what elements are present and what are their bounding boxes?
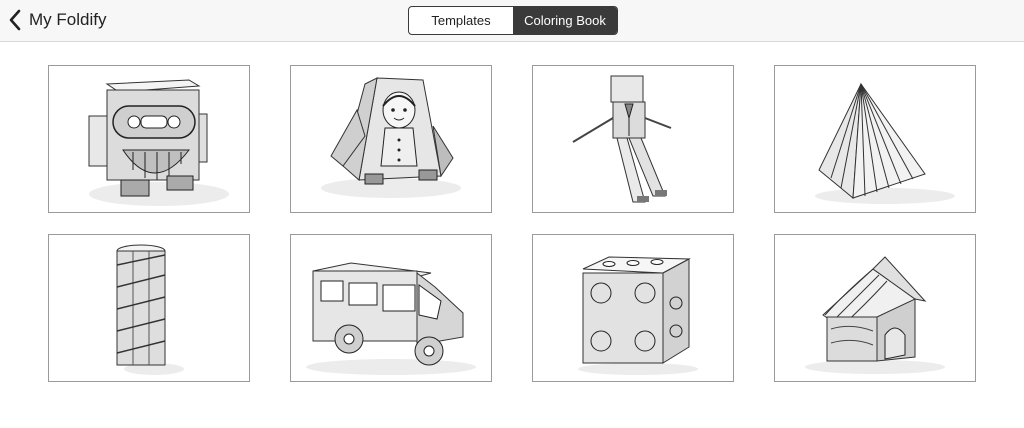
businessman-thumbnail [572,75,672,203]
dice-thumbnail [578,256,698,375]
van-thumbnail [306,262,476,375]
mode-segmented-control: Templates Coloring Book [408,6,618,35]
pyramid-thumbnail [815,82,955,204]
template-card-dice[interactable] [532,234,734,382]
template-card-striped-column[interactable] [48,234,250,382]
girl-thumbnail [321,77,461,198]
tab-coloring-book[interactable]: Coloring Book [513,7,617,34]
robot-thumbnail [88,79,229,206]
tab-templates[interactable]: Templates [409,7,513,34]
template-card-van[interactable] [290,234,492,382]
template-card-girl[interactable] [290,65,492,213]
template-card-robot[interactable] [48,65,250,213]
template-card-house[interactable] [774,234,976,382]
template-card-pyramid[interactable] [774,65,976,213]
striped-column-thumbnail [116,244,184,375]
back-button[interactable]: My Foldify [8,7,106,33]
top-bar: My Foldify Templates Coloring Book [0,0,1024,42]
house-thumbnail [805,256,945,374]
back-label: My Foldify [29,10,107,29]
template-card-businessman[interactable] [532,65,734,213]
chevron-left-icon [9,9,21,31]
